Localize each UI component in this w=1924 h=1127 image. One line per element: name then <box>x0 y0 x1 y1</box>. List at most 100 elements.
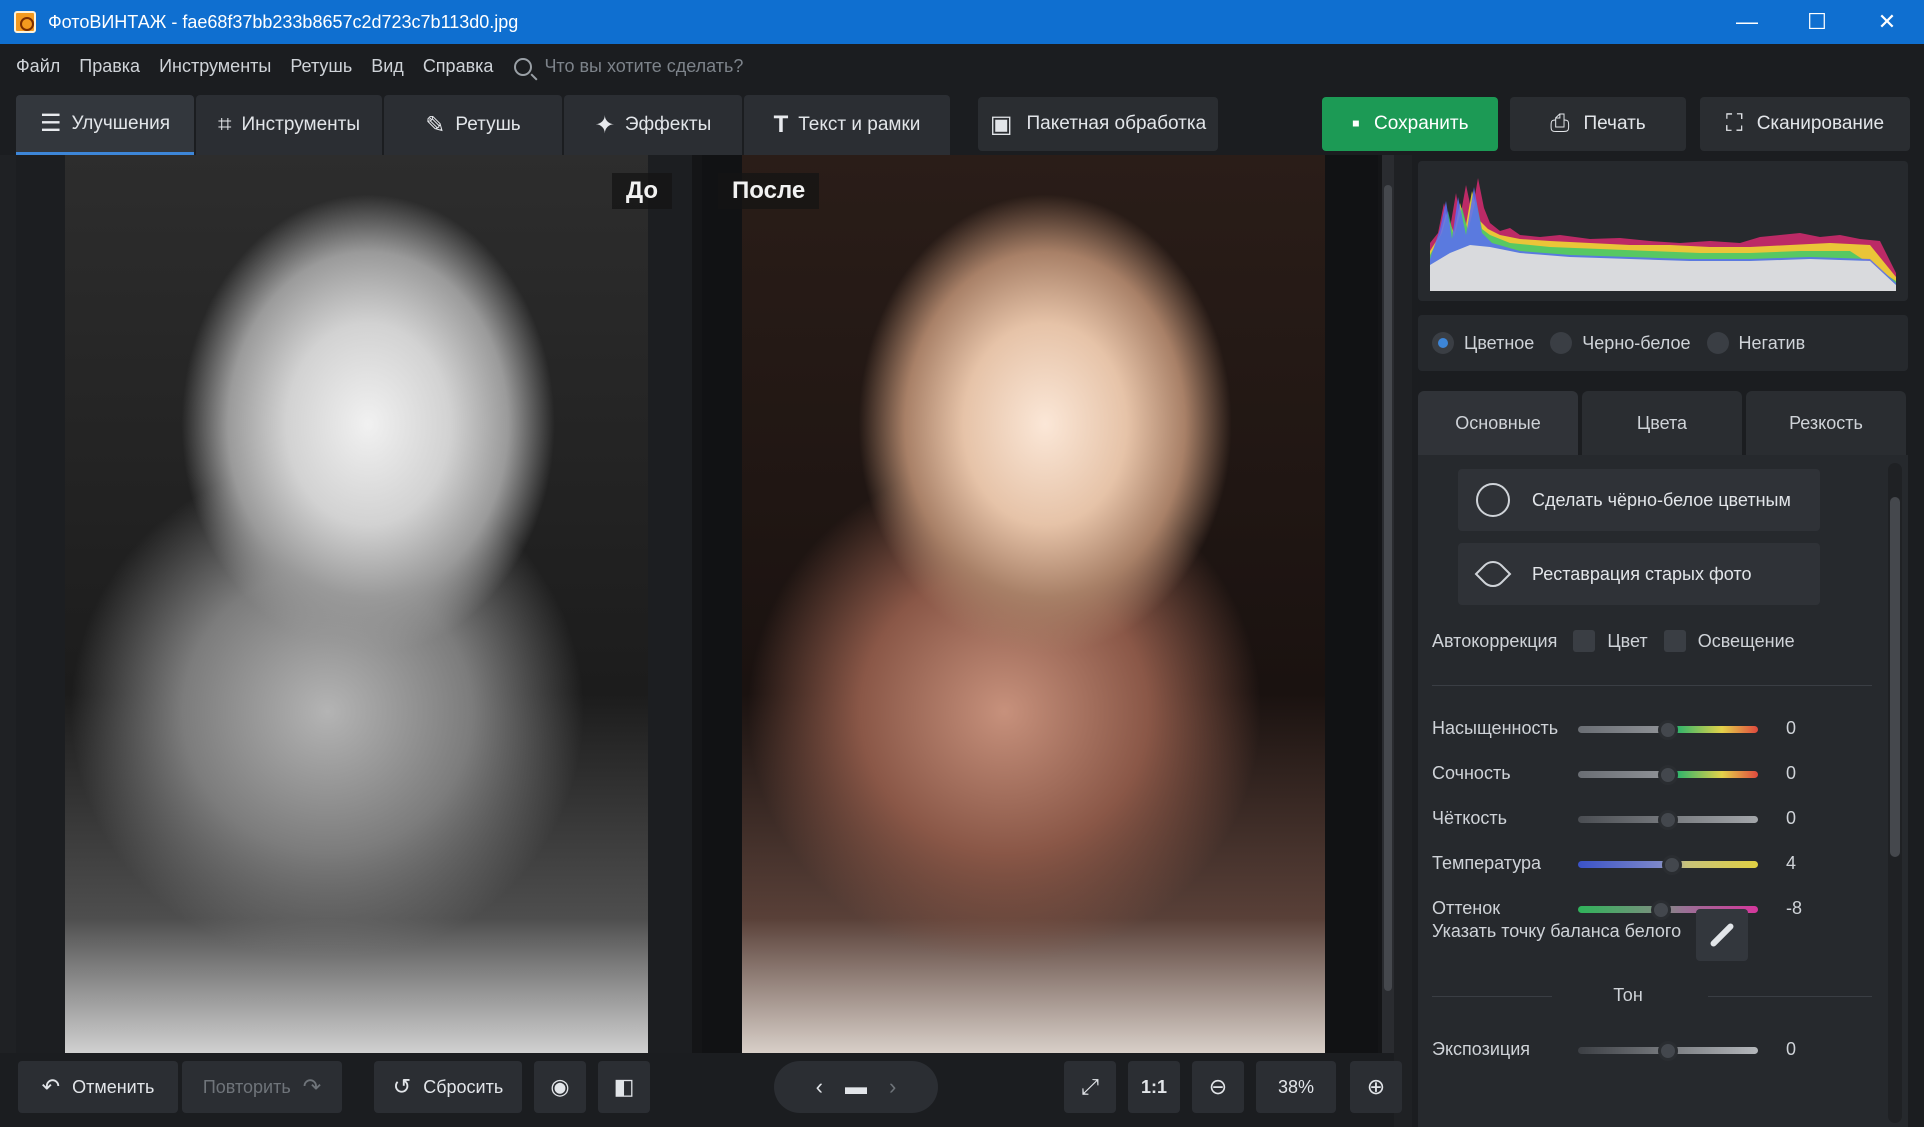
basic-settings: Сделать чёрно-белое цветным Реставрация … <box>1418 455 1908 1127</box>
canvas-scrollbar[interactable] <box>1382 155 1394 1053</box>
scan-label: Сканирование <box>1756 113 1885 134</box>
compare-button[interactable]: ◧ <box>598 1061 650 1113</box>
navigation-group: ‹ ▬ › <box>774 1061 938 1113</box>
zoom-out-button[interactable]: ⊖ <box>1192 1061 1244 1113</box>
white-balance-label: Указать точку баланса белого <box>1432 921 1682 941</box>
zoom-level[interactable]: 38% <box>1256 1061 1336 1113</box>
folder-icon[interactable]: ▬ <box>845 1074 867 1100</box>
slider-track[interactable] <box>1578 855 1758 875</box>
crop-icon: ⌗ <box>218 111 232 138</box>
eyedropper-icon <box>1709 922 1735 948</box>
minimize-button[interactable]: — <box>1712 0 1782 44</box>
panel-scrollbar[interactable] <box>1888 463 1902 1123</box>
menu-tools[interactable]: Инструменты <box>159 56 271 77</box>
clarity-slider: Чёткость 0 <box>1432 804 1872 834</box>
canvas-scrollbar-thumb[interactable] <box>1384 185 1392 991</box>
after-pane: После <box>702 155 1378 1053</box>
panel-scrollbar-thumb[interactable] <box>1890 497 1900 857</box>
tab-tools[interactable]: ⌗ Инструменты <box>196 95 382 155</box>
slider-knob[interactable] <box>1658 810 1678 830</box>
autocorr-light-label: Освещение <box>1697 630 1795 651</box>
colorize-button[interactable]: Сделать чёрно-белое цветным <box>1458 469 1820 531</box>
tab-label: Эффекты <box>624 114 712 135</box>
menu-edit[interactable]: Правка <box>79 56 140 77</box>
tab-label: Улучшения <box>71 112 171 134</box>
reset-label: Сбросить <box>423 1076 504 1097</box>
redo-label: Повторить <box>202 1076 291 1097</box>
menu-retouch[interactable]: Ретушь <box>290 56 352 77</box>
print-button[interactable]: ⎙ Печать <box>1510 97 1686 151</box>
mode-color-radio[interactable]: Цветное <box>1432 332 1534 354</box>
photo-canvas[interactable]: До После <box>16 155 1394 1053</box>
menu-file[interactable]: Файл <box>16 56 60 77</box>
zoom-in-button[interactable]: ⊕ <box>1350 1061 1402 1113</box>
scan-icon: ⛶ <box>1725 110 1743 137</box>
zoom-out-icon: ⊖ <box>1208 1074 1228 1099</box>
tab-text-frames[interactable]: T Текст и рамки <box>744 95 950 155</box>
slider-knob[interactable] <box>1658 1041 1678 1061</box>
slider-knob[interactable] <box>1658 765 1678 785</box>
tab-enhancements[interactable]: ☰ Улучшения <box>16 95 194 155</box>
tab-basic[interactable]: Основные <box>1418 391 1578 455</box>
preview-toggle-button[interactable]: ◉ <box>534 1061 586 1113</box>
fit-to-screen-button[interactable]: ⤢ <box>1064 1061 1116 1113</box>
slider-value: 0 <box>1786 808 1797 828</box>
scan-button[interactable]: ⛶ Сканирование <box>1700 97 1910 151</box>
menu-help[interactable]: Справка <box>423 56 494 77</box>
tab-sharpness[interactable]: Резкость <box>1746 391 1906 455</box>
chevron-right-icon[interactable]: › <box>889 1074 896 1100</box>
mode-negative-radio[interactable]: Негатив <box>1706 332 1805 354</box>
restore-label: Реставрация старых фото <box>1532 563 1752 584</box>
slider-label: Оттенок <box>1432 898 1501 918</box>
autocorr-color-checkbox[interactable] <box>1573 630 1596 652</box>
slider-track[interactable] <box>1578 720 1758 740</box>
saturation-slider: Насыщенность 0 <box>1432 714 1872 744</box>
divider <box>1708 996 1872 997</box>
floppy-disk-icon: ▪ <box>1351 110 1361 137</box>
close-button[interactable]: ✕ <box>1852 0 1922 44</box>
save-button[interactable]: ▪ Сохранить <box>1322 97 1498 151</box>
autocorr-light-checkbox[interactable] <box>1663 630 1686 652</box>
actual-size-button[interactable]: 1:1 <box>1128 1061 1180 1113</box>
autocorrection-row: Автокоррекция Цвет Освещение <box>1432 630 1795 652</box>
slider-value: 0 <box>1786 763 1797 783</box>
menu-bar: Файл Правка Инструменты Ретушь Вид Справ… <box>0 44 1924 89</box>
search-icon <box>514 57 533 76</box>
images-icon: ▣ <box>989 110 1013 138</box>
maximize-button[interactable]: ☐ <box>1782 0 1852 44</box>
slider-track[interactable] <box>1578 810 1758 830</box>
printer-icon: ⎙ <box>1550 110 1570 137</box>
compare-icon: ◧ <box>613 1074 635 1099</box>
chevron-left-icon[interactable]: ‹ <box>816 1074 823 1100</box>
divider <box>1432 685 1872 686</box>
batch-processing-button[interactable]: ▣ Пакетная обработка <box>978 97 1218 151</box>
reset-button[interactable]: ↺ Сбросить <box>374 1061 522 1113</box>
histogram-graph <box>1430 178 1896 291</box>
redo-button[interactable]: Повторить ↷ <box>182 1061 342 1113</box>
print-label: Печать <box>1583 113 1646 134</box>
autocorr-color-label: Цвет <box>1607 630 1648 651</box>
restore-old-photo-button[interactable]: Реставрация старых фото <box>1458 543 1820 605</box>
slider-label: Насыщенность <box>1432 718 1559 738</box>
eyedropper-button[interactable] <box>1696 909 1748 961</box>
slider-track[interactable] <box>1578 1041 1758 1061</box>
before-pane: До <box>16 155 692 1053</box>
tab-effects[interactable]: ✦ Эффекты <box>564 95 742 155</box>
radio-indicator <box>1432 332 1454 354</box>
slider-knob[interactable] <box>1650 900 1671 920</box>
text-icon: T <box>773 111 789 138</box>
slider-value: 4 <box>1786 853 1797 873</box>
tab-label: Ретушь <box>455 114 521 135</box>
tab-retouch[interactable]: ✎ Ретушь <box>384 95 562 155</box>
mode-bw-radio[interactable]: Черно-белое <box>1550 332 1691 354</box>
app-logo-icon <box>14 11 36 33</box>
undo-button[interactable]: ↶ Отменить <box>18 1061 178 1113</box>
temperature-slider: Температура 4 <box>1432 849 1872 879</box>
slider-track[interactable] <box>1578 765 1758 785</box>
color-mode-group: Цветное Черно-белое Негатив <box>1418 315 1908 371</box>
slider-knob[interactable] <box>1658 720 1678 740</box>
menu-view[interactable]: Вид <box>371 56 404 77</box>
search-input[interactable] <box>544 56 845 77</box>
tab-colors[interactable]: Цвета <box>1582 391 1742 455</box>
slider-knob[interactable] <box>1661 855 1682 875</box>
